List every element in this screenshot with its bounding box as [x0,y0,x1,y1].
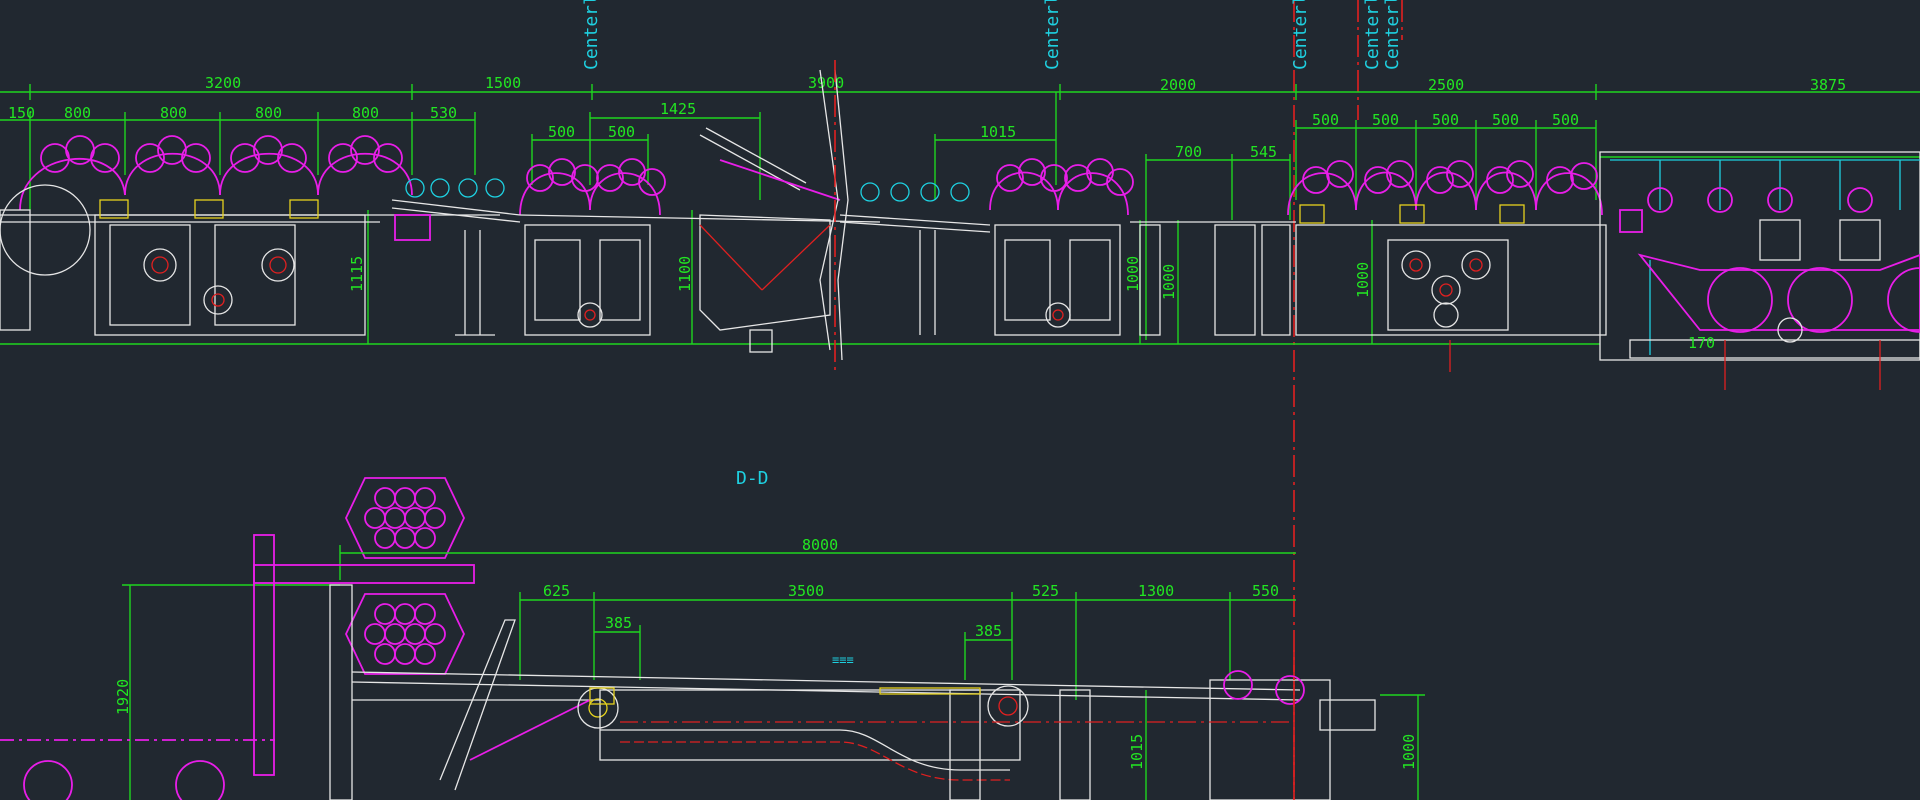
conveyor-rollers [405,178,970,202]
dim-550: 550 [1252,582,1279,600]
centerline-labels: Centerli Centerli Centerli Centerli Cent… [581,0,1403,70]
dim-530: 530 [430,104,457,122]
vdim-1000-a: 1000 [1124,256,1142,292]
top-machine-bodies: 170 [0,60,1920,390]
dim-545: 545 [1250,143,1277,161]
centerline-label-1: Centerli [581,0,602,70]
dim-500-d3: 500 [1432,111,1459,129]
centerline-label-5: Centerli [1382,0,1403,70]
vdim-1000-c: 1000 [1354,262,1372,298]
dim-150: 150 [8,104,35,122]
dim-1300: 1300 [1138,582,1174,600]
dim-625: 625 [543,582,570,600]
vdim-1920: 1920 [114,679,132,715]
vdim-1000-b: 1000 [1160,264,1178,300]
dim-1425: 1425 [660,100,696,118]
centerline-label-2: Centerli [1042,0,1063,70]
dim-170: 170 [1688,334,1715,352]
dim-800-4: 800 [352,104,379,122]
dim-500-d1: 500 [1312,111,1339,129]
dim-500-d2: 500 [1372,111,1399,129]
dim-1015: 1015 [980,123,1016,141]
vdim-1115: 1115 [348,256,366,292]
top-vertical-dimensions: 1115 1100 1000 1000 1000 [348,210,1373,344]
dim-500-d4: 500 [1492,111,1519,129]
dim-3500: 3500 [788,582,824,600]
top-overall-dimensions: 3200 1500 3900 2000 2500 3875 [0,74,1920,100]
bottom-structure: ≡≡≡ [0,534,1376,800]
dim-1500: 1500 [485,74,521,92]
top-sub-dimensions-c: 1015 700 545 [934,92,1291,340]
dim-800-1: 800 [64,104,91,122]
dim-385-b: 385 [975,622,1002,640]
vdim-1100: 1100 [676,256,694,292]
dim-2500: 2500 [1428,76,1464,94]
dim-2000: 2000 [1160,76,1196,94]
cad-drawing-canvas[interactable]: Centerli Centerli Centerli Centerli Cent… [0,0,1920,800]
vdim-1015: 1015 [1128,734,1146,770]
dim-700: 700 [1175,143,1202,161]
drawing-note: ≡≡≡ [832,653,854,667]
centerline-label-3: Centerli [1290,0,1311,70]
dim-8000: 8000 [802,536,838,554]
top-roll-arcs [19,135,1603,216]
hexagon-bundles [345,477,465,675]
dim-800-3: 800 [255,104,282,122]
dim-385-a: 385 [605,614,632,632]
dim-3900: 3900 [808,74,844,92]
dim-3200: 3200 [205,74,241,92]
dim-500-a: 500 [548,123,575,141]
dim-800-2: 800 [160,104,187,122]
dim-500-b: 500 [608,123,635,141]
dim-3875: 3875 [1810,76,1846,94]
dim-500-d5: 500 [1552,111,1579,129]
centerline-label-4: Centerli [1362,0,1383,70]
dim-525: 525 [1032,582,1059,600]
section-label-dd: D-D [736,468,769,489]
vdim-1000: 1000 [1400,734,1418,770]
